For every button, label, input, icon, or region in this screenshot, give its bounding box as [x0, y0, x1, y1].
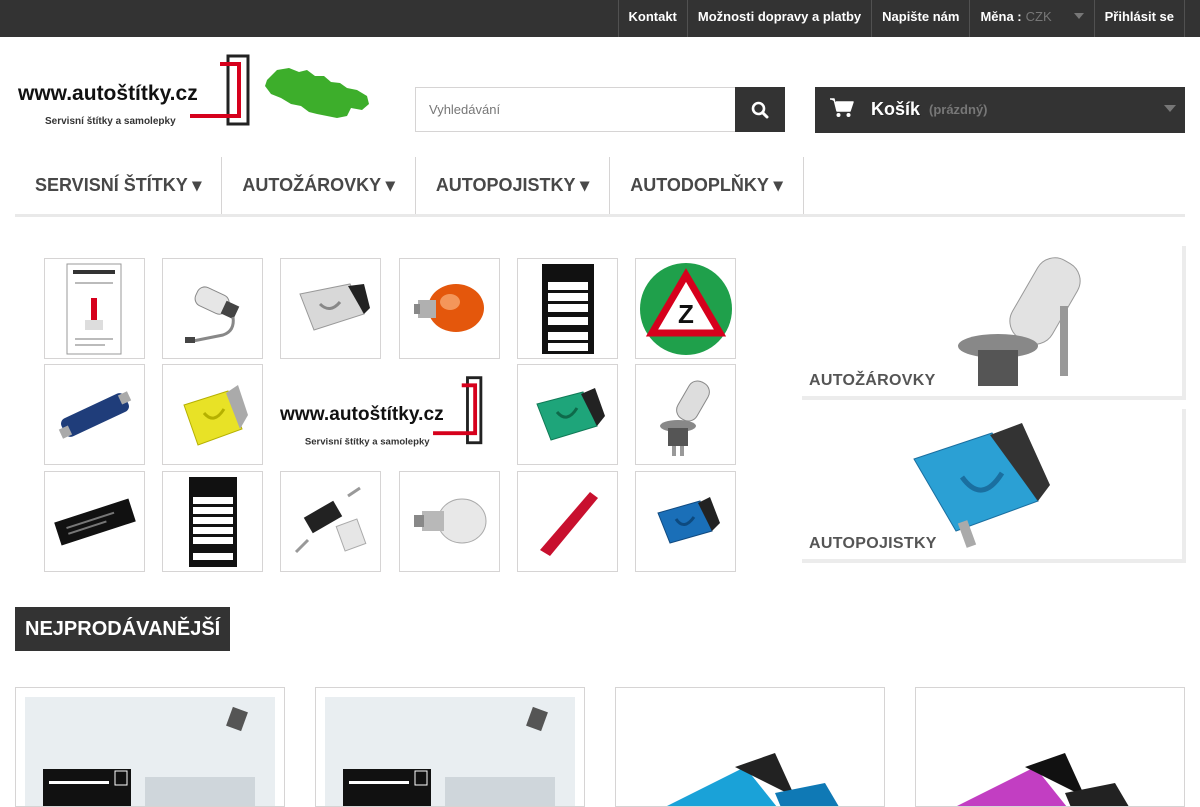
banner-car-fuses[interactable]: AUTOPOJISTKY: [802, 409, 1186, 563]
banner-car-fuses-label: AUTOPOJISTKY: [809, 535, 937, 552]
grid-item-clear-fuse[interactable]: [280, 258, 381, 359]
grid-logo-site: www.autoštítky.cz: [280, 403, 444, 424]
green-fuse-icon: [535, 387, 605, 441]
grid-item-h4-bulb[interactable]: [635, 364, 736, 465]
grid-item-z-sign[interactable]: Z: [635, 258, 736, 359]
currency-label: Měna :: [980, 9, 1022, 24]
grid-item-black-sticker[interactable]: [44, 471, 145, 572]
login-link[interactable]: Přihlásit se: [1095, 0, 1185, 37]
cart-status: (prázdný): [929, 102, 988, 117]
grid-item-red-fuse-puller[interactable]: [517, 471, 618, 572]
product-image: [625, 697, 875, 806]
product-image: [25, 697, 275, 806]
z-sign-icon: Z: [639, 262, 732, 355]
orange-bulb-icon: [413, 283, 484, 332]
search-button[interactable]: [735, 87, 785, 132]
cart-icon: [830, 98, 854, 117]
grid-item-yellow-fuse[interactable]: [162, 364, 263, 465]
service-sticker-icon: [66, 263, 121, 354]
grid-item-green-fuse[interactable]: [517, 364, 618, 465]
product-image: [325, 697, 575, 806]
chevron-down-icon: [1164, 105, 1176, 112]
top-nav: Kontakt Možnosti dopravy a platby Napišt…: [617, 0, 1185, 37]
h4-bulb-icon: [659, 379, 710, 456]
grid-item-service-reminder[interactable]: [44, 258, 145, 359]
grid-item-blue-fuse[interactable]: [635, 471, 736, 572]
product-image: [925, 697, 1175, 806]
banner-car-bulbs[interactable]: AUTOŽÁROVKY: [802, 246, 1186, 400]
fuse-puller-icon: [539, 491, 598, 556]
grid-item-clear-bulb[interactable]: [399, 471, 500, 572]
blue-fuse-icon: [656, 496, 720, 544]
category-image-grid: Z www.autoštítky.cz Servisní štítky a sam…: [44, 258, 736, 572]
grid-logo: www.autoštítky.cz Servisní štítky a samol…: [280, 364, 500, 465]
search-bar: [415, 87, 785, 132]
yellow-fuse-icon: [182, 384, 248, 446]
logo-tagline: Servisní štítky a samolepky: [45, 116, 176, 127]
write-us-link[interactable]: Napište nám: [872, 0, 971, 37]
grid-item-fuse-holder[interactable]: [280, 471, 381, 572]
logo-site-text: www.autoštítky.cz: [17, 82, 198, 105]
black-label-icon: [188, 476, 237, 567]
product-card[interactable]: [915, 687, 1185, 807]
menu-item-car-bulbs[interactable]: AUTOŽÁROVKY ▾: [222, 157, 416, 214]
clear-bulb-icon: [413, 498, 486, 543]
black-sticker-icon: [53, 498, 136, 545]
top-bar: Kontakt Možnosti dopravy a platby Napišt…: [0, 0, 1200, 37]
banner-car-bulbs-label: AUTOŽÁROVKY: [809, 372, 936, 389]
bestsellers-heading: NEJPRODÁVANĚJŠÍ: [15, 607, 231, 651]
site-logo[interactable]: www.autoštítky.cz Servisní štítky a samo…: [15, 52, 375, 132]
product-card[interactable]: [15, 687, 285, 807]
glass-fuse-icon: [58, 390, 131, 439]
fuse-clear-icon: [298, 282, 370, 331]
grid-item-h3-bulb[interactable]: [162, 258, 263, 359]
cart-button[interactable]: Košík (prázdný): [815, 87, 1185, 133]
black-label-icon: [541, 263, 594, 354]
grid-logo-tagline: Servisní štítky a samolepky: [305, 436, 430, 447]
menu-item-car-fuses[interactable]: AUTOPOJISTKY ▾: [416, 157, 611, 214]
svg-text:Z: Z: [678, 299, 694, 329]
grid-item-service-label-2[interactable]: [162, 471, 263, 572]
product-card[interactable]: [315, 687, 585, 807]
grid-item-orange-bulb[interactable]: [399, 258, 500, 359]
main-menu: SERVISNÍ ŠTÍTKY ▾ AUTOŽÁROVKY ▾ AUTOPOJI…: [15, 157, 1185, 217]
search-input[interactable]: [415, 87, 736, 132]
currency-selector[interactable]: Měna : CZK: [970, 0, 1095, 37]
grid-item-black-service-label[interactable]: [517, 258, 618, 359]
czech-map-icon: [265, 68, 369, 118]
currency-value: CZK: [1025, 9, 1052, 24]
fuse-holder-icon: [294, 486, 366, 553]
chevron-down-icon: [1073, 12, 1084, 19]
h3-bulb-icon: [184, 285, 239, 343]
product-card[interactable]: [615, 687, 885, 807]
contact-link[interactable]: Kontakt: [619, 0, 688, 37]
grid-item-blue-glass-fuse[interactable]: [44, 364, 145, 465]
shipping-link[interactable]: Možnosti dopravy a platby: [688, 0, 873, 37]
menu-item-service-stickers[interactable]: SERVISNÍ ŠTÍTKY ▾: [15, 157, 223, 214]
cart-label: Košík: [871, 99, 921, 119]
menu-item-car-accessories[interactable]: AUTODOPLŇKY ▾: [610, 157, 804, 214]
search-icon: [751, 101, 769, 118]
